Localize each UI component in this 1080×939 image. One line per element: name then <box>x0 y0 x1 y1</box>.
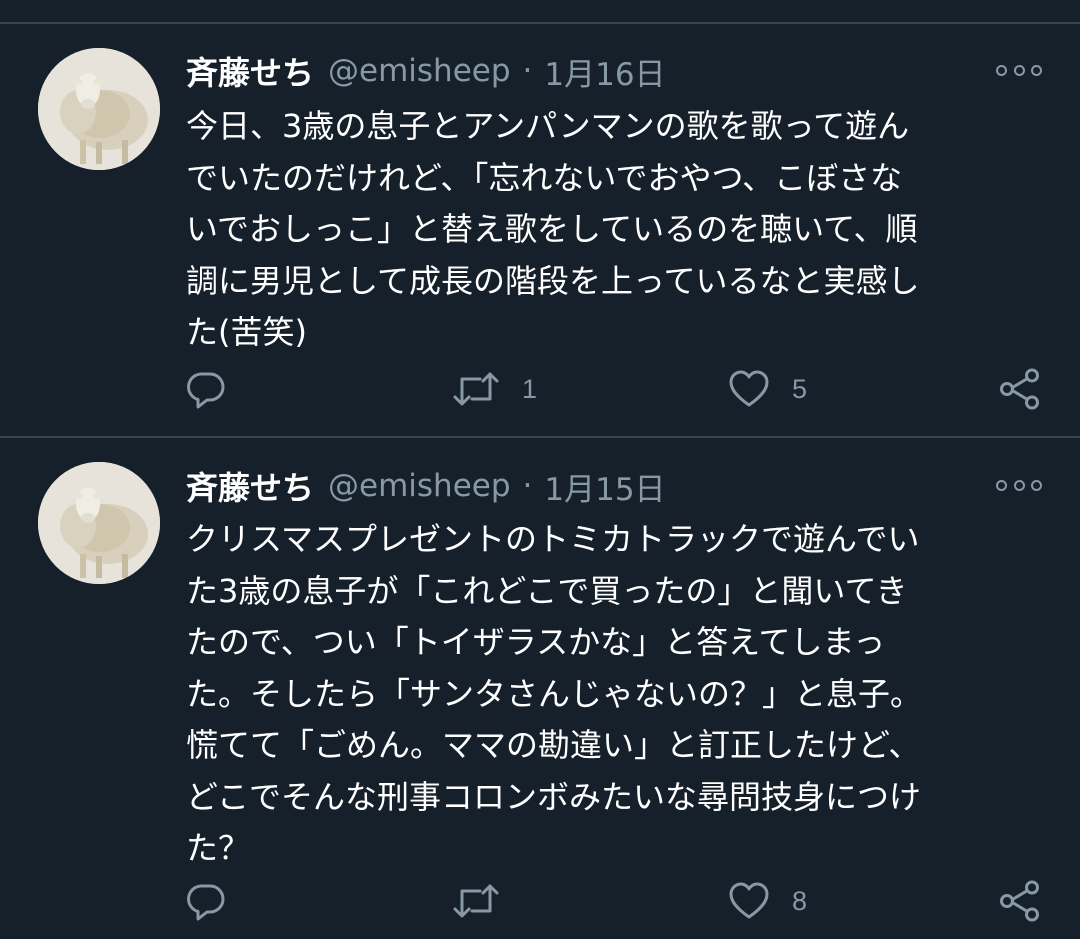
tweet-actions: 8 <box>186 877 1046 925</box>
reply-button[interactable] <box>186 877 248 925</box>
retweet-button[interactable]: 1 <box>452 365 537 413</box>
tweet-text-line: いでおしっこ」と替え歌をしているのを聴いて、順 <box>186 210 918 248</box>
tweet-text-line: でいたのだけれど、「忘れないでおやつ、こぼさな <box>186 158 903 197</box>
reply-button[interactable] <box>186 365 248 413</box>
display-name[interactable]: 斉藤せち <box>186 463 314 509</box>
tweet-text-line: た3歳の息子が「これどこで買ったの」と聞いてき <box>186 571 908 610</box>
like-count: 8 <box>792 885 808 916</box>
sheep-avatar-image <box>38 462 160 584</box>
more-icon[interactable] <box>996 55 1042 85</box>
tweet-actions: 1 5 <box>186 365 1046 413</box>
retweet-icon <box>453 372 499 406</box>
share-icon <box>1000 368 1039 410</box>
tweet-text-line: た？ <box>186 829 251 867</box>
tweet-header: 斉藤せち @emisheep · 1月16日 <box>186 47 1044 95</box>
tweet[interactable]: 斉藤せち @emisheep · 1月15日 クリスマスプレゼントのトミカトラッ… <box>0 437 1080 939</box>
separator-dot: · <box>522 53 533 89</box>
share-icon <box>1000 880 1039 922</box>
tweet-text: クリスマスプレゼントのトミカトラックで遊んでい た3歳の息子が「これどこで買った… <box>186 514 1046 875</box>
tweet-text-line: どこでそんな刑事コロンボみたいな尋問技身につけ <box>186 777 922 816</box>
reply-icon <box>187 884 225 921</box>
sheep-avatar-image <box>38 48 160 170</box>
tweet-text-line: 調に男児として成長の階段を上っているなと実感し <box>186 261 920 300</box>
tweet-header: 斉藤せち @emisheep · 1月15日 <box>186 462 1044 510</box>
heart-icon <box>729 882 769 919</box>
retweet-count: 1 <box>522 373 538 404</box>
like-button[interactable]: 5 <box>728 365 807 413</box>
avatar[interactable] <box>38 462 160 584</box>
heart-icon <box>729 370 769 407</box>
avatar[interactable] <box>38 48 160 170</box>
timeline: 斉藤せち @emisheep · 1月16日 今日、3歳の息子とアンパンマンの歌… <box>0 0 1080 939</box>
tweet-text-line: たので、つい「トイザラスかな」と答えてしまっ <box>186 623 886 661</box>
user-handle[interactable]: @emisheep <box>328 53 511 89</box>
tweet-text-line: 今日、3歳の息子とアンパンマンの歌を歌って遊ん <box>186 107 910 145</box>
like-button[interactable]: 8 <box>728 877 807 925</box>
tweet-text-line: 慌てて「ごめん。ママの勘違い」と訂正したけど、 <box>186 726 921 764</box>
tweet-text: 今日、3歳の息子とアンパンマンの歌を歌って遊ん でいたのだけれど、「忘れないでお… <box>186 101 1046 359</box>
more-icon[interactable] <box>996 470 1042 500</box>
tweet-text-line: クリスマスプレゼントのトミカトラックで遊んでい <box>186 520 920 558</box>
share-button[interactable] <box>998 877 1042 925</box>
tweet[interactable]: 斉藤せち @emisheep · 1月16日 今日、3歳の息子とアンパンマンの歌… <box>0 0 1080 437</box>
like-count: 5 <box>792 373 808 404</box>
display-name[interactable]: 斉藤せち <box>186 48 314 94</box>
share-button[interactable] <box>998 365 1042 413</box>
tweet-date[interactable]: 1月16日 <box>544 49 665 94</box>
retweet-icon <box>453 884 499 918</box>
separator-dot: · <box>522 468 533 504</box>
tweet-text-line: た。そしたら「サンタさんじゃないの？」と息子。 <box>186 674 923 713</box>
tweet-text-line: た(苦笑) <box>186 313 307 351</box>
retweet-button[interactable] <box>452 877 522 925</box>
reply-icon <box>187 372 225 409</box>
user-handle[interactable]: @emisheep <box>328 468 511 504</box>
tweet-date[interactable]: 1月15日 <box>544 464 665 509</box>
